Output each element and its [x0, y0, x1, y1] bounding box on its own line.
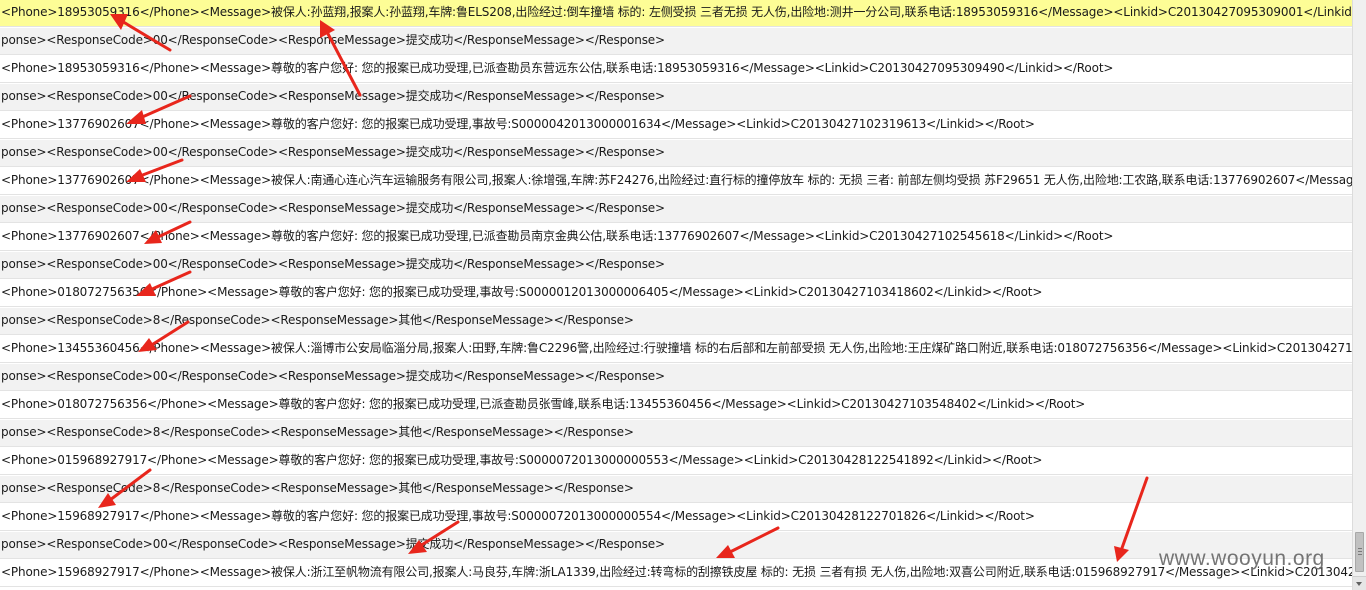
log-row-request[interactable]: <Phone>015968927917</Phone><Message>尊敬的客…: [0, 448, 1352, 475]
log-row-response[interactable]: ponse><ResponseCode>00</ResponseCode><Re…: [0, 532, 1352, 559]
log-row-request[interactable]: <Phone>15968927917</Phone><Message>被保人:浙…: [0, 560, 1352, 587]
scrollbar-thumb[interactable]: [1355, 532, 1364, 572]
log-row-request[interactable]: <Phone>13776902607</Phone><Message>被保人:南…: [0, 168, 1352, 195]
log-row-response[interactable]: ponse><ResponseCode>8</ResponseCode><Res…: [0, 420, 1352, 447]
log-view[interactable]: <Phone>18953059316</Phone><Message>被保人:孙…: [0, 0, 1352, 590]
log-row-response[interactable]: ponse><ResponseCode>00</ResponseCode><Re…: [0, 364, 1352, 391]
log-row-response[interactable]: ponse><ResponseCode>00</ResponseCode><Re…: [0, 140, 1352, 167]
log-row-response[interactable]: ponse><ResponseCode>8</ResponseCode><Res…: [0, 308, 1352, 335]
log-row-request[interactable]: <Phone>13776902607</Phone><Message>尊敬的客户…: [0, 224, 1352, 251]
log-row-request[interactable]: <Phone>15968927917</Phone><Message>尊敬的客户…: [0, 504, 1352, 531]
log-row-response[interactable]: ponse><ResponseCode>00</ResponseCode><Re…: [0, 28, 1352, 55]
log-row-selected[interactable]: <Phone>18953059316</Phone><Message>被保人:孙…: [0, 0, 1352, 27]
log-row-response[interactable]: ponse><ResponseCode>00</ResponseCode><Re…: [0, 252, 1352, 279]
log-row-response[interactable]: ponse><ResponseCode>00</ResponseCode><Re…: [0, 84, 1352, 111]
vertical-scrollbar[interactable]: [1352, 0, 1366, 590]
log-row-request[interactable]: <Phone>018072756356</Phone><Message>尊敬的客…: [0, 280, 1352, 307]
log-row-request[interactable]: <Phone>13455360456</Phone><Message>被保人:淄…: [0, 336, 1352, 363]
log-row-response[interactable]: ponse><ResponseCode>8</ResponseCode><Res…: [0, 476, 1352, 503]
log-row-response[interactable]: ponse><ResponseCode>00</ResponseCode><Re…: [0, 196, 1352, 223]
log-row-request[interactable]: <Phone>018072756356</Phone><Message>尊敬的客…: [0, 392, 1352, 419]
scroll-down-arrow-icon[interactable]: [1353, 576, 1366, 590]
log-row-request[interactable]: <Phone>18953059316</Phone><Message>尊敬的客户…: [0, 56, 1352, 83]
log-row-request[interactable]: <Phone>13776902607</Phone><Message>尊敬的客户…: [0, 112, 1352, 139]
